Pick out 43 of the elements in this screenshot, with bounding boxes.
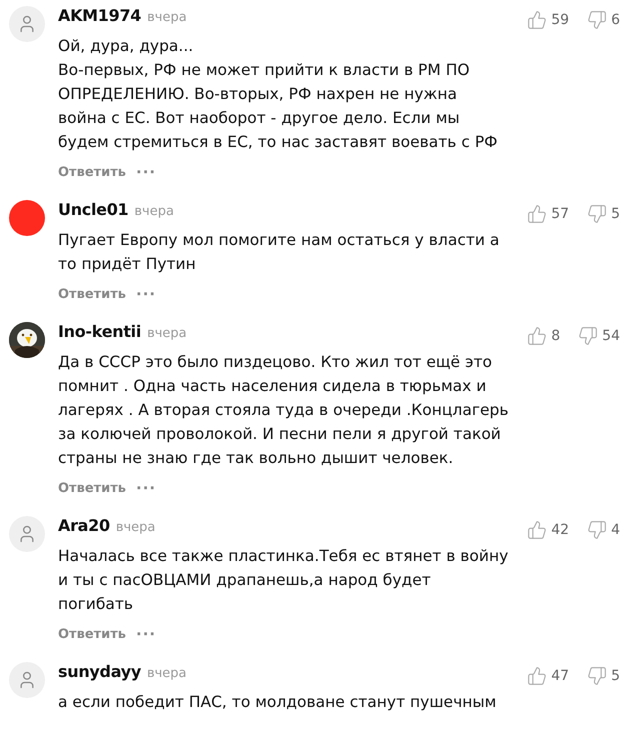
reply-link[interactable]: Ответить — [58, 164, 126, 180]
comment-time: вчера — [147, 10, 187, 25]
like-count: 57 — [551, 206, 570, 222]
like-count: 59 — [551, 12, 570, 28]
like-count: 47 — [551, 668, 570, 684]
more-button[interactable]: ··· — [136, 163, 156, 181]
comment-text: Ой, дура, дура... Во-первых, РФ не может прийти к власти в РМ ПО ОПРЕДЕЛЕНИЮ. Во-вторых, РФ нахрен не нужна война с ЕС. Вот наоборот - другое дело. Если мы будем стремиться в ЕС, то нас заставят воевать с РФ — [58, 36, 499, 153]
thumbs-down-icon[interactable] — [587, 520, 608, 540]
dislike-count: 5 — [611, 206, 620, 222]
like-count: 8 — [551, 328, 560, 344]
comment-text: Началась все также пластинка.Тебя ес втянет в войну и ты с пасОВЦАМИ драпанешь,а народ будет погибать — [58, 546, 510, 615]
thumbs-up-icon[interactable] — [527, 326, 548, 346]
comment-time: вчера — [147, 326, 187, 341]
thumbs-down-icon[interactable] — [587, 204, 608, 224]
author-name[interactable]: sunydayy — [58, 662, 141, 681]
dislike-count: 54 — [602, 328, 620, 344]
comment-time: вчера — [134, 204, 174, 219]
more-button[interactable]: ··· — [136, 479, 156, 497]
comment-time: вчера — [116, 520, 156, 535]
thumbs-down-icon[interactable] — [587, 666, 608, 686]
reply-link[interactable]: Ответить — [58, 286, 126, 302]
thumbs-down-icon[interactable] — [587, 10, 608, 30]
more-button[interactable]: ··· — [136, 285, 156, 303]
author-name[interactable]: Ino-kentii — [58, 322, 142, 341]
dislike-count: 6 — [611, 12, 620, 28]
reply-link[interactable]: Ответить — [58, 480, 126, 496]
thumbs-up-icon[interactable] — [527, 204, 548, 224]
thumbs-up-icon[interactable] — [527, 666, 548, 686]
more-button[interactable]: ··· — [136, 625, 156, 643]
dislike-count: 4 — [611, 522, 620, 538]
author-name[interactable]: Uncle01 — [58, 200, 128, 219]
reply-link[interactable]: Ответить — [58, 626, 126, 642]
comment-text: Пугает Европу мол помогите нам остаться у власти а то придёт Путин — [58, 230, 500, 275]
thumbs-down-icon[interactable] — [578, 326, 598, 346]
comment-text: а если победит ПАС, то молдоване станут пушечным — [58, 692, 498, 713]
author-name[interactable]: AKM1974 — [58, 6, 142, 25]
like-count: 42 — [551, 522, 570, 538]
thumbs-up-icon[interactable] — [527, 10, 548, 30]
thumbs-up-icon[interactable] — [527, 520, 548, 540]
comment-text: Да в СССР это было пиздецово. Кто жил тот ещё это помнит . Одна часть населения сидела в тюрьмах и лагерях . А вторая стояла туда в очереди .Концлагерь за колючей проволокой. И песни пели я другой такой страны не знаю где так вольно дышит человек. — [58, 352, 510, 469]
author-name[interactable]: Ara20 — [58, 516, 110, 535]
dislike-count: 5 — [611, 668, 620, 684]
comment-time: вчера — [146, 666, 187, 681]
